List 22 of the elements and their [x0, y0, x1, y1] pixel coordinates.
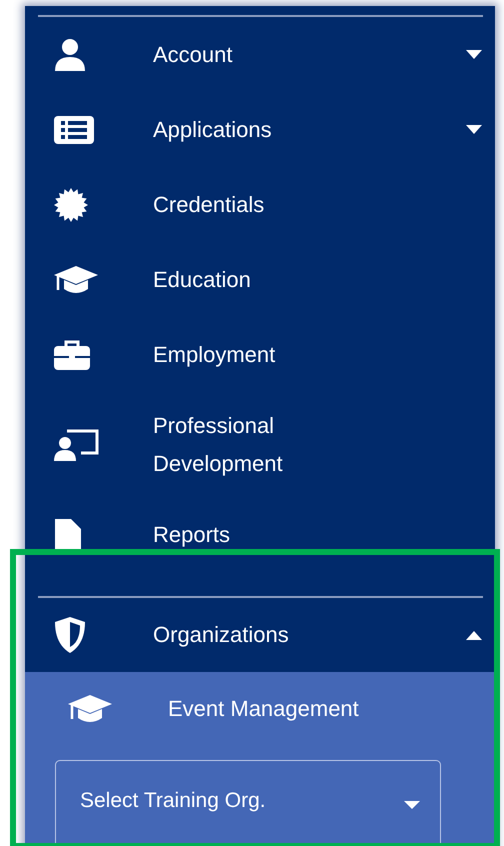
graduation-cap-icon [53, 264, 99, 296]
menu-item[interactable]: Professional Development [153, 406, 353, 482]
graduation-cap-icon [67, 693, 113, 725]
menu-item[interactable]: Reports [153, 516, 483, 554]
badge-icon [53, 186, 89, 222]
submenu-item[interactable]: Event Management [168, 696, 359, 722]
menu-item[interactable]: Employment [153, 336, 483, 374]
caret-icon[interactable] [465, 630, 483, 640]
caret-icon[interactable] [465, 124, 483, 134]
training-org-select[interactable]: Select Training Org. [55, 760, 441, 846]
menu-item[interactable]: Applications [153, 110, 465, 148]
menu-item[interactable]: Education [153, 260, 483, 298]
shield-icon [53, 616, 87, 654]
user-icon [53, 38, 87, 72]
caret-icon [404, 801, 420, 810]
caret-icon[interactable] [465, 50, 483, 60]
briefcase-icon [53, 338, 91, 370]
menu-item[interactable]: Credentials [153, 186, 483, 224]
list-icon [53, 114, 95, 144]
menu-item[interactable]: Account [153, 36, 465, 74]
menu-item[interactable]: Organizations [153, 616, 465, 654]
teacher-icon [53, 428, 99, 462]
